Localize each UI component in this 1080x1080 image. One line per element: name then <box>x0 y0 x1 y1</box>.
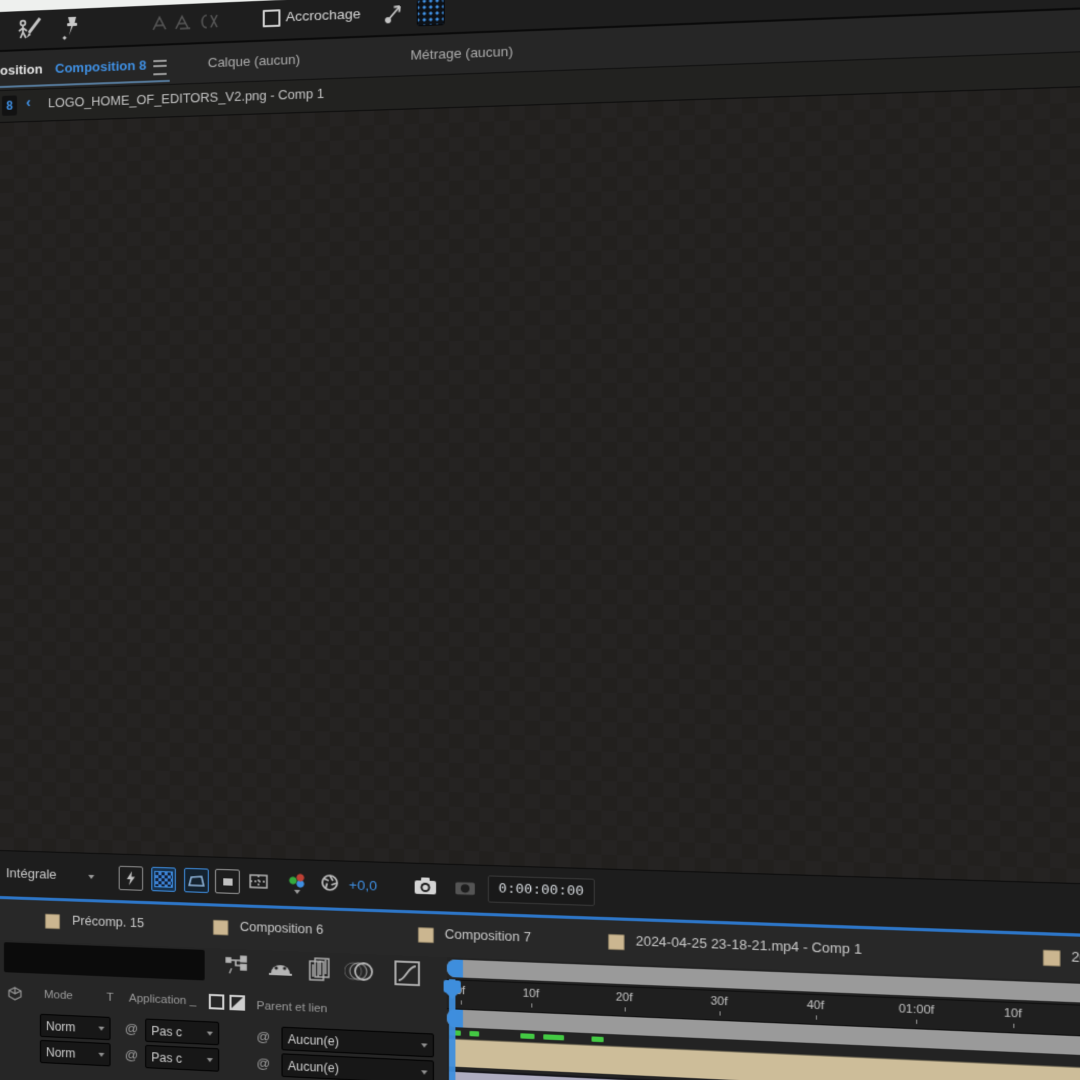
panel-menu-icon[interactable] <box>153 59 167 76</box>
parent-select[interactable]: Aucun(e) <box>281 1053 434 1080</box>
timeline-tab-clipped[interactable]: 2024-0 <box>1071 950 1080 967</box>
comp-icon <box>417 927 434 944</box>
snapshot-camera-icon[interactable] <box>413 875 439 897</box>
mode-select[interactable]: Norm <box>39 1039 111 1067</box>
matte-select[interactable]: Pas c <box>145 1018 220 1046</box>
motion-blur-icon[interactable] <box>345 959 375 983</box>
channels-icon[interactable] <box>287 872 307 890</box>
roto-brush-tool-icon[interactable] <box>16 16 44 41</box>
column-header-application[interactable]: Application _ <box>129 992 196 1007</box>
snapping-label: Accrochage <box>285 5 361 25</box>
comp-icon <box>608 933 625 951</box>
screenshot-frame: Accrochage osition Composition 8 Calque … <box>0 0 1080 1080</box>
show-snapshot-icon[interactable] <box>453 877 477 897</box>
mini-flowchart-icon[interactable] <box>225 955 248 978</box>
chevron-down-icon <box>88 874 95 880</box>
timecode-display[interactable]: 0:00:00:00 <box>487 875 595 907</box>
tab-composition-clipped[interactable]: osition <box>0 61 43 78</box>
pickwhip-icon[interactable]: @ <box>125 1021 138 1037</box>
disabled-tools-icon <box>149 8 242 36</box>
chevron-down-icon <box>206 1057 213 1062</box>
cached-frames-segment <box>591 1036 604 1043</box>
ruler-tick: 10f <box>1003 1006 1022 1021</box>
search-input[interactable] <box>3 942 205 981</box>
tab-footage[interactable]: Métrage (aucun) <box>410 43 513 62</box>
timeline-tab-mp4-comp1[interactable]: 2024-04-25 23-18-21.mp4 - Comp 1 <box>636 934 862 957</box>
ruler-tick: 01:00f <box>898 1002 935 1018</box>
cached-frames-segment <box>520 1033 535 1040</box>
chevron-down-icon <box>421 1069 428 1075</box>
puppet-pin-tool-icon[interactable] <box>58 15 82 42</box>
shy-icon[interactable] <box>267 956 294 982</box>
timeline-tab-precomp15[interactable]: Précomp. 15 <box>72 914 144 931</box>
ruler-tick: 10f <box>522 987 540 1001</box>
chevron-down-icon <box>421 1042 428 1048</box>
snap-grid-icon[interactable] <box>416 0 445 27</box>
playhead[interactable] <box>443 979 461 994</box>
tab-layer[interactable]: Calque (aucun) <box>208 52 300 71</box>
pickwhip-icon[interactable]: @ <box>125 1047 138 1063</box>
snapping-checkbox[interactable] <box>262 9 281 28</box>
warped-stage: Accrochage osition Composition 8 Calque … <box>0 0 1080 1080</box>
viewer-tab-title[interactable]: LOGO_HOME_OF_EDITORS_V2.png - Comp 1 <box>48 87 324 111</box>
timeline-tab-composition7[interactable]: Composition 7 <box>445 927 531 945</box>
timeline-tab-composition6[interactable]: Composition 6 <box>240 920 324 937</box>
ruler-tick: 40f <box>806 998 825 1013</box>
exposure-value[interactable]: +0,0 <box>349 877 377 893</box>
comp-icon <box>1042 949 1061 967</box>
tab-overflow-count[interactable]: 8 <box>1 95 17 116</box>
tab-composition-8[interactable]: Composition 8 <box>55 57 146 76</box>
exposure-reset-icon[interactable] <box>319 872 340 893</box>
resolution-select[interactable]: Intégrale <box>6 865 57 882</box>
comp-icon <box>212 919 229 936</box>
matte-select[interactable]: Pas c <box>145 1044 220 1072</box>
column-header-mode[interactable]: Mode <box>44 989 73 1002</box>
ruler-tick: 20f <box>615 991 633 1005</box>
frame-blend-icon[interactable] <box>307 956 332 984</box>
mode-select[interactable]: Norm <box>39 1013 111 1041</box>
composition-viewport[interactable] <box>0 87 1080 884</box>
ruler-tick: 30f <box>710 994 728 1009</box>
cached-frames-segment <box>469 1030 480 1037</box>
transparency-grid-icon[interactable] <box>151 866 176 892</box>
cube-3d-icon <box>8 986 22 1001</box>
chevron-down-icon <box>98 1025 105 1031</box>
graph-editor-icon[interactable] <box>393 959 421 987</box>
after-effects-window: Accrochage osition Composition 8 Calque … <box>0 0 1080 1080</box>
column-header-trkmat[interactable]: T <box>106 992 113 1004</box>
parent-select[interactable]: Aucun(e) <box>281 1026 434 1058</box>
mask-visibility-icon[interactable] <box>184 867 209 894</box>
comp-icon <box>44 913 61 930</box>
column-header-parent[interactable]: Parent et lien <box>256 1000 327 1015</box>
chevron-down-icon <box>206 1030 213 1036</box>
navigator-start-handle[interactable] <box>446 959 463 978</box>
cached-frames-segment <box>543 1034 565 1041</box>
grid-guides-icon[interactable] <box>246 870 271 895</box>
matte-square-icon[interactable] <box>208 993 225 1010</box>
back-chevron-icon[interactable]: ‹ <box>26 94 31 111</box>
channels-caret-icon <box>294 889 301 895</box>
snap-options-icon[interactable] <box>383 0 406 26</box>
chevron-down-icon <box>98 1052 105 1057</box>
fast-previews-icon[interactable] <box>118 865 144 891</box>
pickwhip-icon[interactable]: @ <box>256 1029 270 1045</box>
pickwhip-icon[interactable]: @ <box>256 1055 270 1071</box>
region-of-interest-icon[interactable] <box>214 868 240 895</box>
matte-diagonal-icon[interactable] <box>229 994 246 1011</box>
